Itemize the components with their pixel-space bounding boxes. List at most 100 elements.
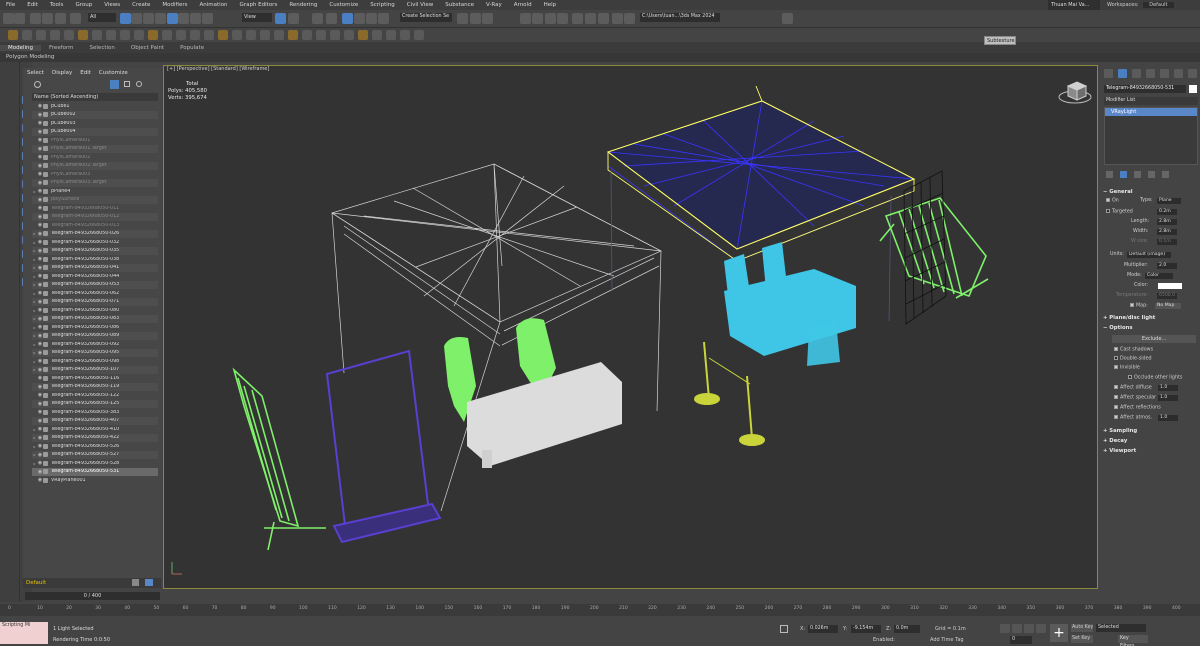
ribbon-tab-modeling[interactable]: Modeling [0,44,42,51]
explorer-row[interactable]: ◉ Telegram-84932668050-531 [32,467,158,476]
auto-key-button[interactable]: Auto Key [1071,624,1093,632]
add-key-button[interactable]: + [1050,624,1068,642]
pin-stack-icon[interactable] [1106,171,1113,178]
explorer-row[interactable]: ▸ ◉ Telegram-84932668050-527 [32,450,158,459]
menu-customize[interactable]: Customize [323,2,364,8]
modifier-list-dropdown[interactable]: Modifier List [1104,97,1198,105]
targeted-spinner[interactable]: 0.2m [1157,209,1177,215]
viewport-rollout[interactable]: + Viewport [1103,448,1199,456]
object-name-field[interactable]: Telegram-84932668050-531 [1104,85,1186,93]
secondary-tool-30-icon[interactable] [414,30,424,40]
secondary-tool-1-icon[interactable] [8,30,18,40]
explorer-row[interactable]: ▸ ◉ Telegram-84932668050-092 [32,340,158,348]
layer-name[interactable]: Default [26,580,46,586]
schematic-view-icon[interactable] [557,13,568,24]
temperature-spinner[interactable]: 6500.0 [1157,293,1177,299]
render-setup-icon[interactable] [585,13,596,24]
secondary-tool-11-icon[interactable] [148,30,158,40]
set-key-button[interactable]: Set Key [1071,635,1093,643]
secondary-tool-15-icon[interactable] [204,30,214,40]
cast-shadows-checkbox[interactable]: Cast shadows [1114,347,1153,353]
explorer-row[interactable]: ▸ ◉ Telegram-84932668050-107 [32,365,158,374]
selection-filter-icon[interactable] [70,13,81,24]
secondary-tool-19-icon[interactable] [260,30,270,40]
render-icon[interactable] [612,13,623,24]
menu-animation[interactable]: Animation [194,2,234,8]
exclude-button[interactable]: Exclude... [1112,335,1196,343]
modify-tab-icon[interactable] [1118,69,1127,78]
explorer-row[interactable]: ◉ Telegram-84932668050-125 [32,399,158,408]
explorer-row[interactable]: ▸ ◉ Telegram-84932668050-032 [32,238,158,246]
unlink-icon[interactable] [42,13,53,24]
explorer-row[interactable]: ◉ Telegram-84932668050-013 [32,221,158,229]
explorer-row[interactable]: ▸ ◉ Telegram-84932668050-526 [32,442,158,450]
graphite-toggle-icon[interactable] [532,13,543,24]
explorer-row[interactable]: ▸ ◉ Telegram-84932668050-528 [32,459,158,467]
explorer-row[interactable]: ◉ Telegram-84932668050-116 [32,374,158,382]
search-icon[interactable] [34,81,41,88]
maxscript-listener[interactable]: Scripting Mi [0,622,48,644]
explorer-row[interactable]: ▸ ◉ Telegram-84932668050-410 [32,425,158,433]
invisible-checkbox[interactable]: Invisible [1114,365,1140,371]
explorer-menu-display[interactable]: Display [48,70,76,76]
explorer-row[interactable]: ▸ ◉ Telegram-84932668050-038 [32,255,158,263]
key-filters-button[interactable]: Key Filters... [1118,635,1148,646]
affect-reflections-checkbox[interactable]: Affect reflections [1114,405,1161,411]
edit-named-sets-icon[interactable] [457,13,468,24]
secondary-tool-12-icon[interactable] [162,30,172,40]
explorer-row[interactable]: ◉ pCube1 [32,102,158,110]
layer-explorer-icon[interactable] [520,13,531,24]
menu-group[interactable]: Group [69,2,98,8]
explorer-row[interactable]: ▸ ◉ pPlane4 [32,187,158,195]
configure-sets-icon[interactable] [1162,171,1169,178]
create-tab-icon[interactable] [1104,69,1113,78]
go-start-icon[interactable] [1000,624,1010,633]
ribbon-tab-populate[interactable]: Populate [172,45,212,51]
explorer-row[interactable]: ▸ ◉ Telegram-84932668050-422 [32,433,158,442]
length-spinner[interactable]: 2.8m [1157,219,1177,225]
affect-specular-checkbox[interactable]: Affect specular [1114,395,1156,401]
explorer-column-header[interactable]: Name (Sorted Ascending) [32,93,158,101]
track-bar[interactable]: 0 10 20 30 40 50 60 70 80 90 100 110 120 130 140 150 160… [0,604,1200,616]
material-editor-icon[interactable] [572,13,583,24]
explorer-row[interactable]: ▸ ◉ Telegram-84932668050-035 [32,246,158,255]
secondary-tool-24-icon[interactable] [330,30,340,40]
more-tab-icon[interactable] [1188,69,1197,78]
lock-selection-icon[interactable] [780,625,788,633]
menu-modifiers[interactable]: Modifiers [156,2,193,8]
rendered-frame-icon[interactable] [598,13,609,24]
secondary-tool-10-icon[interactable] [134,30,144,40]
menu-graph-editors[interactable]: Graph Editors [234,2,284,8]
secondary-tool-28-icon[interactable] [386,30,396,40]
layer-icon[interactable] [132,579,139,586]
workspace-value[interactable]: Default [1143,2,1174,8]
occlude-checkbox[interactable]: Occlude other lights [1128,375,1182,381]
show-end-result-icon[interactable] [1120,171,1127,178]
pivot-center-icon[interactable] [288,13,299,24]
secondary-tool-23-icon[interactable] [316,30,326,40]
type-dropdown[interactable]: Plane [1157,198,1181,204]
explorer-row[interactable]: ◉ PhysCamera003.Target [32,178,158,187]
ref-coordinate-icon[interactable] [275,13,286,24]
explorer-row[interactable]: ▸ ◉ Telegram-84932668050-041 [32,263,158,272]
secondary-tool-2-icon[interactable] [22,30,32,40]
redo-icon[interactable] [14,13,25,24]
secondary-tool-26-icon[interactable] [358,30,368,40]
explorer-menu-customize[interactable]: Customize [95,70,132,76]
spinner-snap-icon[interactable] [378,13,389,24]
percent-snap-icon[interactable] [366,13,377,24]
ribbon-tab-object-paint[interactable]: Object Paint [123,45,172,51]
on-checkbox[interactable]: On [1106,198,1119,204]
project-path[interactable]: C:\Users\tuan...\3ds Max 2024 [640,13,720,22]
menu-arnold[interactable]: Arnold [508,2,538,8]
secondary-tool-7-icon[interactable] [92,30,102,40]
selection-set-dropdown[interactable]: Create Selection Se [400,13,452,22]
explorer-row[interactable]: ◉ Telegram-84932668050-122 [32,391,158,399]
units-dropdown[interactable]: Default (image) [1127,252,1171,258]
display-tab-icon[interactable] [1160,69,1169,78]
menu-rendering[interactable]: Rendering [283,2,323,8]
secondary-tool-6-icon[interactable] [78,30,88,40]
menu-views[interactable]: Views [98,2,126,8]
lock-icon[interactable] [124,81,130,87]
select-object-icon[interactable] [120,13,131,24]
